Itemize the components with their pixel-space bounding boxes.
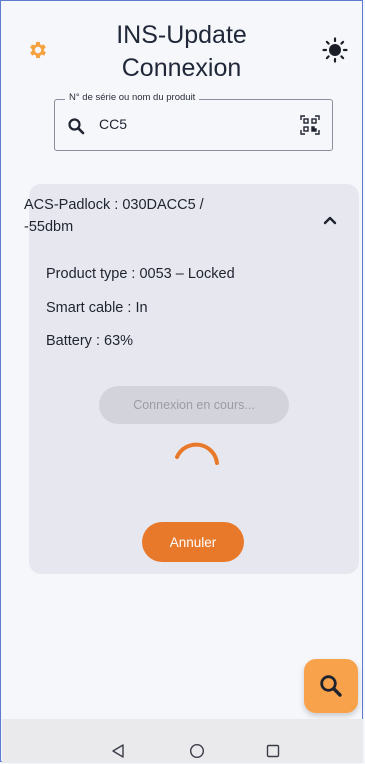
connecting-status-button: Connexion en cours... (99, 386, 289, 424)
device-card: ACS-Padlock : 030DACC5 / -55dbm Product … (24, 184, 359, 574)
loading-spinner-icon (170, 439, 224, 493)
battery-level: Battery : 63% (46, 333, 134, 349)
device-card-header[interactable]: ACS-Padlock : 030DACC5 / -55dbm (24, 194, 264, 238)
page-title: INS-Update Connexion (1, 19, 362, 85)
page-title-line1: INS-Update (116, 21, 247, 49)
chevron-up-icon[interactable] (323, 210, 337, 225)
product-type: Product type : 0053 – Locked (46, 266, 235, 282)
device-name: ACS-Padlock : 030DACC5 / (24, 197, 204, 213)
device-signal: -55dbm (24, 219, 74, 235)
search-field[interactable]: N° de série ou nom du produit CC5 (54, 92, 333, 151)
smart-cable-status: Smart cable : In (46, 300, 148, 316)
app-frame: INS-Update Connexion N° de série ou nom … (0, 0, 363, 763)
search-input[interactable]: CC5 (99, 116, 127, 132)
sun-icon[interactable] (322, 37, 348, 63)
search-fab-button[interactable] (304, 659, 358, 713)
recent-square-icon[interactable] (265, 743, 281, 763)
system-navbar (2, 719, 363, 763)
back-triangle-icon[interactable] (110, 743, 126, 763)
cancel-button[interactable]: Annuler (142, 522, 244, 562)
search-icon (67, 117, 85, 135)
page-title-line2: Connexion (121, 54, 242, 82)
qr-scan-icon[interactable] (300, 115, 320, 135)
home-circle-icon[interactable] (189, 743, 205, 763)
search-field-label: N° de série ou nom du produit (65, 92, 200, 103)
search-icon (320, 675, 342, 697)
